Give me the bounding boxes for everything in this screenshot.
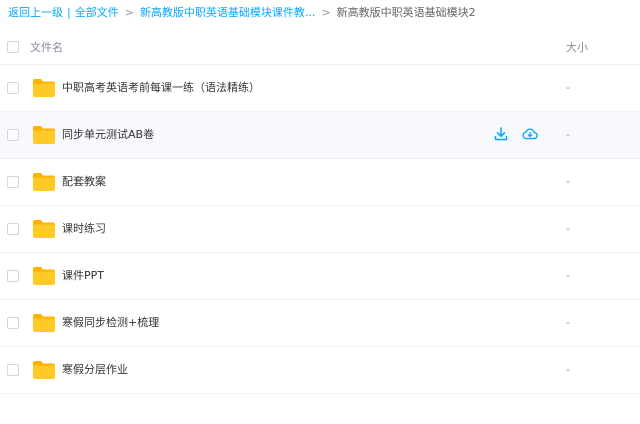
folder-icon (33, 314, 55, 332)
file-size: - (566, 128, 570, 141)
row-checkbox[interactable] (7, 176, 19, 188)
file-name[interactable]: 配套教案 (62, 174, 106, 190)
file-name[interactable]: 课件PPT (62, 268, 104, 284)
breadcrumb-separator: | (67, 6, 71, 19)
file-name[interactable]: 同步单元测试AB卷 (62, 127, 154, 143)
folder-icon (33, 220, 55, 238)
breadcrumb: 返回上一级 | 全部文件 > 新高教版中职英语基础模块课件教... > 新高教版中职英语基础… (8, 4, 476, 22)
breadcrumb-separator: > (124, 6, 134, 19)
all-files-link[interactable]: 全部文件 (75, 6, 119, 19)
file-name[interactable]: 课时练习 (62, 221, 106, 237)
select-all-checkbox[interactable] (7, 41, 19, 53)
file-size: - (566, 222, 570, 235)
file-size: - (566, 316, 570, 329)
folder-icon (33, 126, 55, 144)
table-row[interactable]: 中职高考英语考前每课一练（语法精练） - (0, 65, 640, 112)
file-size: - (566, 269, 570, 282)
row-checkbox[interactable] (7, 82, 19, 94)
row-checkbox[interactable] (7, 317, 19, 329)
download-icon[interactable] (493, 126, 509, 142)
file-name[interactable]: 寒假同步检测+梳理 (62, 315, 159, 331)
row-checkbox[interactable] (7, 364, 19, 376)
size-column-header[interactable]: 大小 (566, 39, 588, 55)
table-row[interactable]: 配套教案 - (0, 159, 640, 206)
table-row[interactable]: 寒假同步检测+梳理 - (0, 300, 640, 347)
table-row[interactable]: 寒假分层作业 - (0, 347, 640, 394)
file-size: - (566, 81, 570, 94)
back-link[interactable]: 返回上一级 (8, 6, 63, 19)
file-size: - (566, 363, 570, 376)
current-folder: 新高教版中职英语基础模块2 (336, 6, 476, 19)
folder-icon (33, 361, 55, 379)
file-name[interactable]: 中职高考英语考前每课一练（语法精练） (62, 80, 260, 96)
file-name[interactable]: 寒假分层作业 (62, 362, 128, 378)
name-column-header[interactable]: 文件名 (30, 39, 63, 55)
cloud-save-icon[interactable] (522, 126, 538, 142)
list-header: 文件名 大小 (0, 30, 640, 65)
row-checkbox[interactable] (7, 270, 19, 282)
row-checkbox[interactable] (7, 223, 19, 235)
file-size: - (566, 175, 570, 188)
row-checkbox[interactable] (7, 129, 19, 141)
table-row[interactable]: 课时练习 - (0, 206, 640, 253)
file-list: 中职高考英语考前每课一练（语法精练） - 同步单元测试AB卷 - 配套教案 - … (0, 65, 640, 394)
table-row[interactable]: 课件PPT - (0, 253, 640, 300)
folder-icon (33, 79, 55, 97)
breadcrumb-separator: > (321, 6, 331, 19)
file-list-page: 返回上一级 | 全部文件 > 新高教版中职英语基础模块课件教... > 新高教版中职英语基础… (0, 0, 640, 424)
table-row[interactable]: 同步单元测试AB卷 - (0, 112, 640, 159)
parent-folder-link[interactable]: 新高教版中职英语基础模块课件教... (140, 6, 316, 19)
folder-icon (33, 173, 55, 191)
folder-icon (33, 267, 55, 285)
